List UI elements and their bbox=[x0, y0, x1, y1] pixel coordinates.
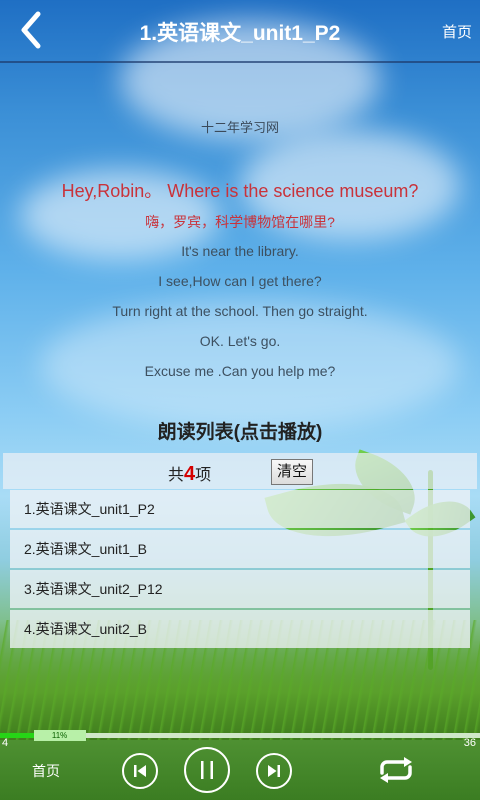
lyric-line: It's near the library. bbox=[181, 243, 299, 259]
progress-bar[interactable]: 11% bbox=[0, 730, 480, 741]
lyric-line: Turn right at the school. Then go straig… bbox=[112, 303, 368, 319]
pause-button[interactable] bbox=[184, 747, 230, 793]
playlist-title: 朗读列表(点击播放) bbox=[157, 422, 323, 443]
playlist-count-bar: 共4项 清空 bbox=[3, 453, 477, 489]
playlist-item[interactable]: 3.英语课文_unit2_P12 bbox=[10, 570, 470, 608]
playlist-item[interactable]: 1.英语课文_unit1_P2 bbox=[10, 490, 470, 528]
lyric-line: I see,How can I get there? bbox=[158, 273, 322, 289]
next-button[interactable] bbox=[256, 753, 292, 789]
home-link-top[interactable]: 首页 bbox=[442, 21, 472, 42]
player-controls: 首页 bbox=[0, 745, 480, 800]
page-title: 1.英语课文_unit1_P2 bbox=[139, 22, 341, 45]
home-link-bottom[interactable]: 首页 bbox=[32, 761, 60, 781]
progress-percent[interactable]: 11% bbox=[33, 730, 86, 741]
previous-button[interactable] bbox=[122, 753, 158, 789]
top-bar: 1.英语课文_unit1_P2 首页 bbox=[0, 0, 480, 63]
clear-button[interactable]: 清空 bbox=[271, 459, 313, 485]
repeat-icon bbox=[380, 757, 412, 783]
header-divider bbox=[0, 61, 480, 63]
lyrics-panel: 十二年学习网 Hey,Robin。 Where is the science m… bbox=[0, 118, 480, 386]
playlist-count: 共4项 bbox=[168, 461, 211, 486]
count-prefix: 共 bbox=[168, 467, 185, 484]
playlist: 1.英语课文_unit1_P2 2.英语课文_unit1_B 3.英语课文_un… bbox=[10, 490, 470, 650]
back-button[interactable] bbox=[14, 10, 54, 50]
lyric-line: OK. Let's go. bbox=[199, 333, 281, 349]
playlist-item[interactable]: 4.英语课文_unit2_B bbox=[10, 610, 470, 648]
playlist-item[interactable]: 2.英语课文_unit1_B bbox=[10, 530, 470, 568]
count-number: 4 bbox=[184, 463, 196, 485]
lyric-line: Excuse me .Can you help me? bbox=[144, 363, 336, 379]
repeat-button[interactable] bbox=[374, 755, 418, 785]
lyrics-source: 十二年学习网 bbox=[200, 120, 279, 135]
skip-previous-icon bbox=[134, 765, 146, 777]
lyric-line-active-translation: 嗨，罗宾，科学博物馆在哪里? bbox=[145, 214, 335, 230]
pause-icon bbox=[201, 761, 213, 779]
lyric-line-active: Hey,Robin。 Where is the science museum? bbox=[61, 181, 419, 201]
skip-next-icon bbox=[268, 765, 280, 777]
chevron-left-icon bbox=[21, 11, 41, 49]
count-suffix: 项 bbox=[195, 467, 212, 484]
